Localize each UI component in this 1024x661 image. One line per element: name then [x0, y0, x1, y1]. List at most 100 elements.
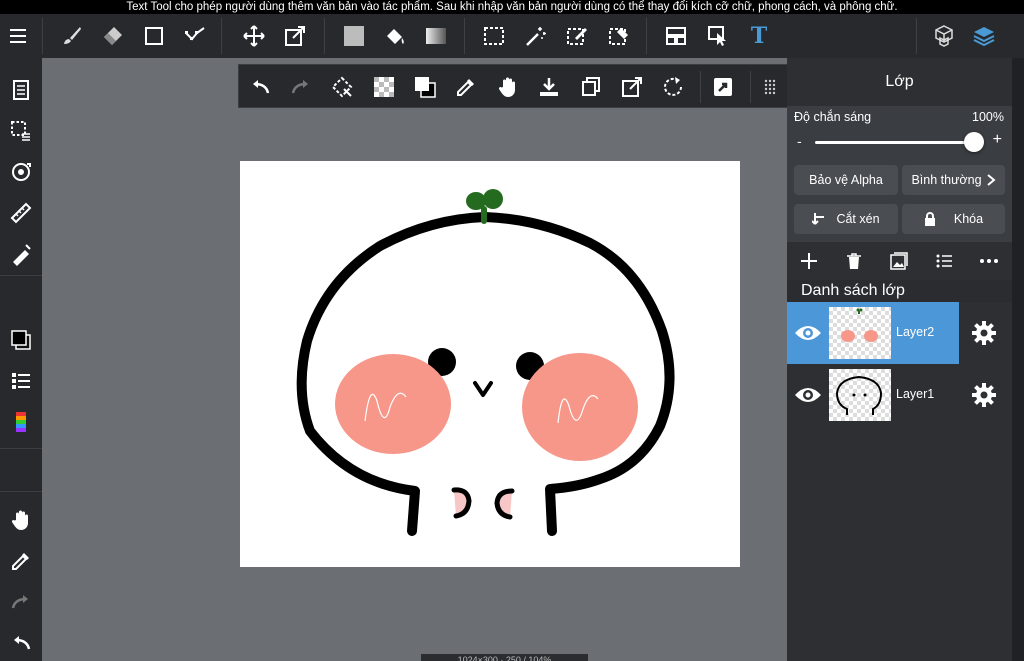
export-icon[interactable] — [616, 71, 648, 103]
hand-icon[interactable] — [5, 504, 37, 536]
move-icon[interactable] — [238, 20, 270, 52]
text-tool-glyph: T — [750, 23, 768, 49]
color-swap-icon[interactable] — [409, 71, 441, 103]
divider — [42, 18, 43, 54]
layer-name: Layer1 — [896, 387, 935, 401]
lock-label: Khóa — [953, 212, 984, 226]
feature-caption: Text Tool cho phép người dùng thêm văn b… — [0, 0, 1024, 14]
transform-icon[interactable] — [279, 20, 311, 52]
brush-icon[interactable] — [56, 20, 88, 52]
layer-list-title: Danh sách lớp — [787, 280, 1012, 302]
layer-select-area[interactable]: Layer1 — [787, 364, 959, 426]
copy-icon[interactable] — [575, 71, 607, 103]
panel-title: Lớp — [885, 73, 914, 90]
opacity-label: Độ chắn sáng — [794, 110, 872, 124]
paint-bucket-icon[interactable] — [379, 20, 411, 52]
layer-thumbnail — [829, 307, 891, 359]
layer-list-icon[interactable] — [5, 365, 37, 397]
add-image-layer-icon[interactable] — [887, 249, 911, 273]
layer-settings-gear-icon[interactable] — [971, 382, 997, 408]
drawing-canvas[interactable] — [240, 161, 740, 567]
opacity-slider-knob[interactable] — [964, 132, 984, 152]
select-rect-icon[interactable] — [478, 20, 510, 52]
chevron-right-icon — [986, 174, 996, 186]
layer-actions — [787, 242, 1012, 280]
lock-button[interactable]: Khóa — [902, 204, 1005, 234]
text-icon[interactable]: T — [743, 20, 775, 52]
pen-tool-icon[interactable] — [179, 20, 211, 52]
divider — [221, 18, 222, 54]
divider — [916, 18, 917, 54]
share-icon[interactable] — [707, 71, 739, 103]
ruler-icon[interactable] — [5, 197, 37, 229]
quick-access-toolbar — [238, 64, 793, 108]
canvas-status: 1024×300 · 250 / 104% — [421, 654, 588, 661]
divider — [700, 71, 701, 103]
more-options-icon[interactable] — [977, 249, 1001, 273]
redo-icon[interactable] — [5, 586, 37, 618]
clipping-label: Cắt xén — [836, 212, 880, 226]
snap-icon[interactable] — [5, 238, 37, 270]
add-layer-icon[interactable] — [797, 249, 821, 273]
selection-icon[interactable] — [5, 115, 37, 147]
save-icon[interactable] — [533, 71, 565, 103]
left-toolbar — [0, 58, 42, 661]
gradient-icon[interactable] — [420, 20, 452, 52]
eyedropper-icon[interactable] — [450, 71, 482, 103]
opacity-slider[interactable] — [815, 141, 973, 144]
color-icon[interactable] — [5, 324, 37, 356]
divider — [324, 18, 325, 54]
layer-thumbnail — [829, 369, 891, 421]
blend-mode-button[interactable]: Bình thường — [902, 165, 1005, 195]
layer-select-area[interactable]: Layer2 — [787, 302, 959, 364]
layer-list-icon[interactable] — [932, 249, 956, 273]
operation-icon[interactable] — [702, 20, 734, 52]
grid-menu-icon[interactable] — [754, 71, 786, 103]
opacity-control: Độ chắn sáng 100% - + — [787, 106, 1012, 160]
layer-item[interactable]: Layer2 — [787, 302, 1012, 364]
clip-lock-row: Cắt xén Khóa — [787, 200, 1012, 242]
color-palette-icon[interactable] — [5, 406, 37, 438]
menu-icon[interactable] — [2, 20, 34, 52]
select-pen-icon[interactable] — [561, 20, 593, 52]
shape-icon[interactable] — [138, 20, 170, 52]
divider — [750, 71, 751, 103]
transform-selection-icon[interactable] — [326, 71, 358, 103]
divider — [646, 18, 647, 54]
eraser-icon[interactable] — [97, 20, 129, 52]
delete-layer-icon[interactable] — [842, 249, 866, 273]
layers-icon[interactable] — [968, 20, 1000, 52]
blend-mode-label: Bình thường — [911, 173, 982, 187]
frame-divider-icon[interactable] — [660, 20, 692, 52]
opacity-increase-button[interactable]: + — [993, 131, 1002, 149]
blend-row: Bảo vệ Alpha Bình thường — [787, 160, 1012, 200]
fill-color-icon[interactable] — [338, 20, 370, 52]
panel-scrollbar[interactable] — [1012, 58, 1024, 661]
3d-icon[interactable] — [928, 20, 960, 52]
layer-item[interactable]: Layer1 — [787, 364, 1012, 426]
select-eraser-icon[interactable] — [603, 20, 635, 52]
alpha-protect-button[interactable]: Bảo vệ Alpha — [794, 165, 898, 195]
divider — [0, 275, 42, 276]
opacity-decrease-button[interactable]: - — [797, 133, 802, 149]
hand-icon[interactable] — [492, 71, 524, 103]
transparent-icon[interactable] — [368, 71, 400, 103]
eyedropper-icon[interactable] — [5, 545, 37, 577]
layer-settings-gear-icon[interactable] — [971, 320, 997, 346]
visibility-eye-icon[interactable] — [793, 319, 823, 347]
redo-icon[interactable] — [285, 71, 317, 103]
lock-icon — [924, 212, 935, 226]
opacity-value: 100% — [972, 110, 1004, 124]
undo-icon[interactable] — [244, 71, 276, 103]
pages-icon[interactable] — [5, 74, 37, 106]
magic-wand-icon[interactable] — [520, 20, 552, 52]
top-toolbar: T — [0, 14, 1024, 58]
layer-name: Layer2 — [896, 325, 935, 339]
reference-icon[interactable] — [5, 156, 37, 188]
undo-icon[interactable] — [5, 627, 37, 659]
visibility-eye-icon[interactable] — [793, 381, 823, 409]
clipping-button[interactable]: Cắt xén — [794, 204, 898, 234]
divider — [0, 491, 42, 492]
divider — [464, 18, 465, 54]
rotate-icon[interactable] — [657, 71, 689, 103]
